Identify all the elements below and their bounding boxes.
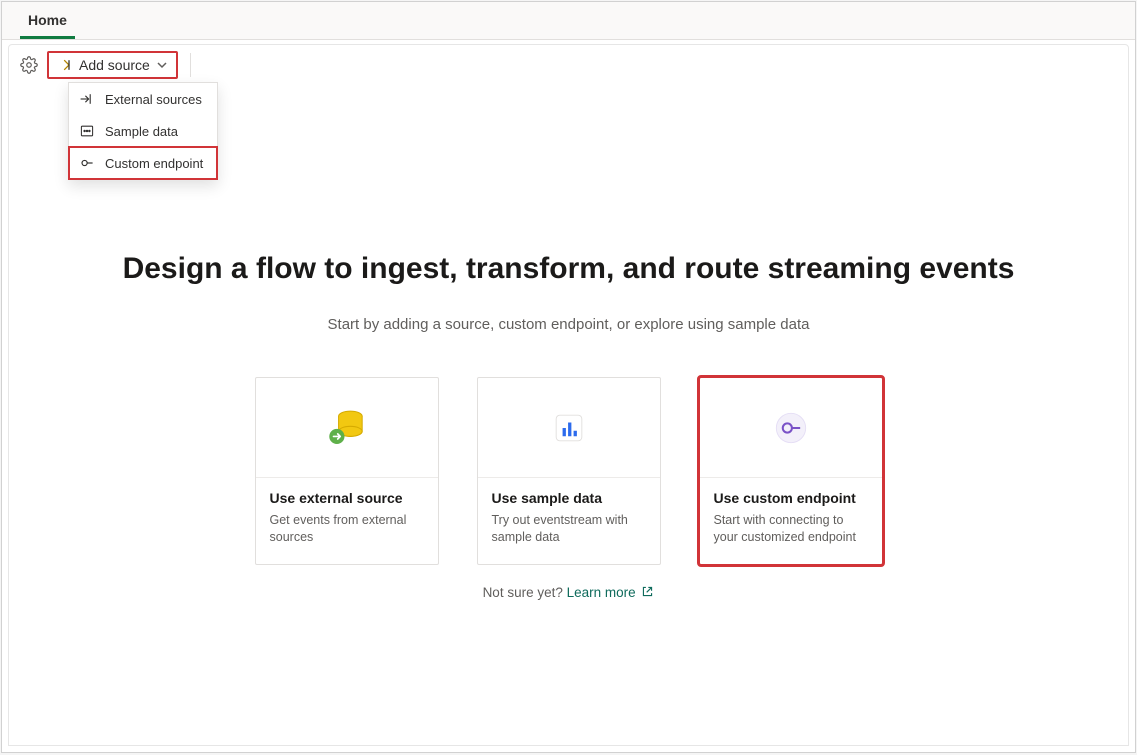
card-external-desc: Get events from external sources (270, 512, 424, 546)
bar-chart-icon (547, 406, 591, 450)
gear-icon (20, 56, 38, 74)
toolbar: Add source (8, 44, 1129, 86)
learn-more-label: Learn more (567, 585, 636, 600)
toolbar-separator (190, 53, 191, 77)
endpoint-badge-icon (769, 406, 813, 450)
card-row: Use external source Get events from exte… (9, 377, 1128, 565)
card-external-icon-area (256, 378, 438, 478)
arrow-in-icon (79, 91, 95, 107)
sample-data-icon (79, 123, 95, 139)
tab-home[interactable]: Home (20, 6, 75, 39)
card-custom-endpoint[interactable]: Use custom endpoint Start with connectin… (699, 377, 883, 565)
dropdown-item-custom-endpoint[interactable]: Custom endpoint (69, 147, 217, 179)
settings-button[interactable] (19, 55, 39, 75)
custom-endpoint-icon (79, 155, 95, 171)
dropdown-label-external: External sources (105, 92, 202, 107)
add-source-button[interactable]: Add source (47, 51, 178, 79)
dropdown-item-external-sources[interactable]: External sources (69, 83, 217, 115)
learn-more-row: Not sure yet? Learn more (9, 585, 1128, 600)
card-custom-title: Use custom endpoint (714, 490, 868, 506)
card-sample-desc: Try out eventstream with sample data (492, 512, 646, 546)
tab-home-label: Home (28, 12, 67, 28)
dropdown-label-sample: Sample data (105, 124, 178, 139)
add-source-icon (57, 57, 73, 73)
card-sample-icon-area (478, 378, 660, 478)
database-arrow-icon (320, 401, 374, 455)
add-source-dropdown: External sources Sample data Custom en (68, 82, 218, 180)
external-link-icon (641, 585, 654, 598)
card-custom-desc: Start with connecting to your customized… (714, 512, 868, 546)
card-external-title: Use external source (270, 490, 424, 506)
tab-bar: Home (2, 2, 1135, 40)
dropdown-item-sample-data[interactable]: Sample data (69, 115, 217, 147)
chevron-down-icon (156, 59, 168, 71)
card-custom-icon-area (700, 378, 882, 478)
hero-subtitle: Start by adding a source, custom endpoin… (9, 316, 1128, 333)
card-external-source[interactable]: Use external source Get events from exte… (255, 377, 439, 565)
dropdown-label-custom: Custom endpoint (105, 156, 203, 171)
learn-more-link[interactable]: Learn more (567, 585, 655, 600)
learn-prefix: Not sure yet? (483, 585, 567, 600)
card-sample-title: Use sample data (492, 490, 646, 506)
card-sample-data[interactable]: Use sample data Try out eventstream with… (477, 377, 661, 565)
hero-title: Design a flow to ingest, transform, and … (9, 252, 1128, 286)
add-source-label: Add source (79, 57, 150, 73)
design-canvas: Design a flow to ingest, transform, and … (8, 82, 1129, 746)
